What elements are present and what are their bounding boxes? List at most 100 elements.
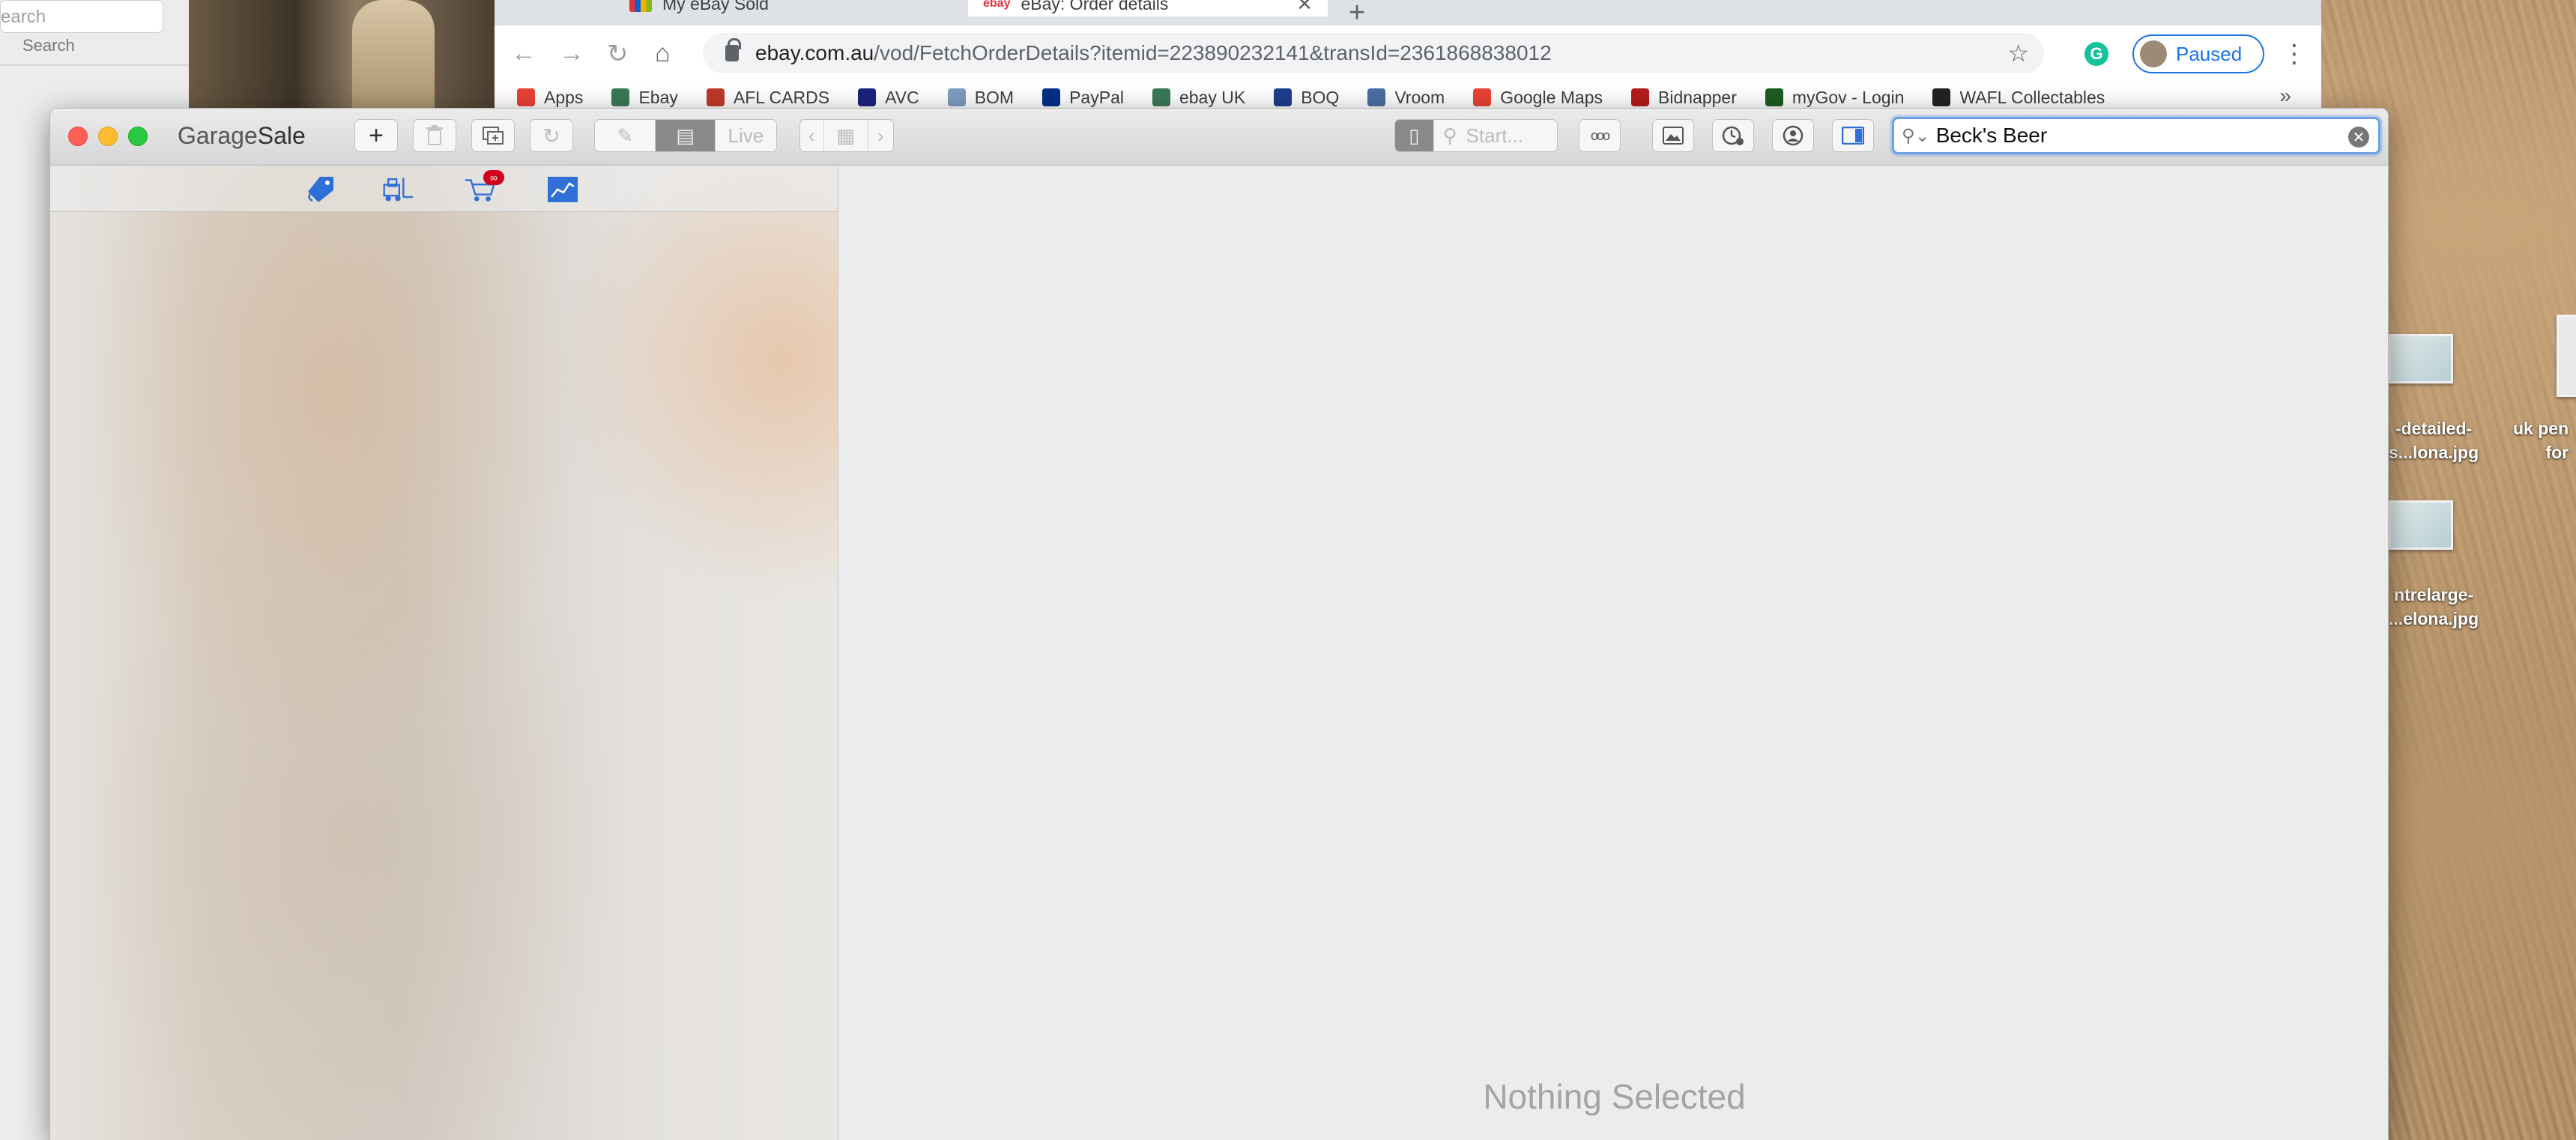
address-bar[interactable]: ebay.com.au/vod/FetchOrderDetails?itemid… (703, 33, 2044, 73)
bookmark-favicon-icon (1367, 88, 1386, 106)
desktop-file-label: ntrelarge- ...elona.jpg (2389, 585, 2479, 628)
photo-figure (352, 0, 435, 112)
grammarly-extension-icon[interactable]: G (2084, 42, 2108, 66)
bookmark-item[interactable]: AFL CARDS (706, 88, 829, 108)
listing-search-field[interactable]: ⚲⌄ ✕ (1892, 117, 2380, 154)
bookmark-item[interactable]: Google Maps (1473, 88, 1603, 108)
bookmark-item[interactable]: AVC (858, 88, 919, 108)
image-icon (1663, 127, 1684, 145)
account-button[interactable] (1772, 119, 1814, 152)
bookmark-star-icon[interactable]: ☆ (2007, 39, 2029, 67)
rocket-icon: ⚲ (1442, 124, 1457, 147)
menu-kebab-icon[interactable]: ⋮ (2282, 39, 2307, 69)
bookmark-label: WAFL Collectables (1959, 87, 2105, 107)
tab-title: My eBay Sold (662, 0, 769, 13)
desktop-photo-window (187, 0, 495, 112)
listings-pane[interactable]: ∞ (50, 166, 838, 1140)
finder-search-label: Search (22, 36, 75, 55)
bookmark-item[interactable]: BOM (947, 88, 1014, 108)
zoom-window-button[interactable] (128, 127, 148, 146)
back-arrow-icon[interactable]: ← (511, 39, 536, 68)
tab-sales[interactable]: ∞ (464, 170, 504, 204)
desktop-file-thumbnail[interactable] (2389, 500, 2453, 550)
images-button[interactable] (1652, 119, 1694, 152)
refresh-icon: ↻ (542, 124, 560, 148)
bookmark-label: Bidnapper (1658, 87, 1737, 107)
forward-arrow-icon[interactable]: → (559, 39, 584, 68)
bookmark-favicon-icon (1152, 88, 1170, 106)
start-listing-control[interactable]: ▯ ⚲ Start... (1394, 119, 1558, 152)
refresh-button[interactable]: ↻ (530, 119, 573, 152)
bookmark-label: AVC (885, 87, 919, 107)
pencil-icon[interactable]: ✎ (595, 120, 656, 151)
bookmark-favicon-icon (947, 88, 966, 106)
bookmark-item[interactable]: WAFL Collectables (1932, 88, 2105, 108)
tab-stats[interactable] (546, 175, 579, 204)
close-tab-icon[interactable]: ✕ (1296, 0, 1313, 16)
bookmark-item[interactable]: BOQ (1274, 88, 1339, 108)
bookmarks-overflow-icon[interactable]: » (2279, 84, 2291, 108)
bookmark-label: myGov - Login (1792, 87, 1905, 107)
tab-inventory[interactable] (381, 175, 414, 204)
chart-icon (548, 177, 578, 202)
tab-ebay-order-details[interactable]: ebay eBay: Order details ✕ (968, 0, 1328, 16)
tab-listings[interactable] (303, 175, 336, 204)
desktop-file-label: uk pen for (2513, 419, 2569, 462)
finder-search-field[interactable]: earch (0, 0, 163, 33)
toggle-inspector-button[interactable] (1832, 119, 1874, 152)
bookmark-item[interactable]: Vroom (1367, 88, 1445, 108)
garagesale-window: GarageSale + ↻ ✎ ▤ Live ‹ ▦ › ▯ ⚲ Start.… (49, 108, 2389, 1140)
home-icon[interactable]: ⌂ (655, 39, 671, 68)
tab-title: eBay: Order details (1021, 0, 1169, 13)
edit-mode-segmented-control[interactable]: ✎ ▤ Live (594, 119, 777, 152)
bookmark-label: Google Maps (1500, 87, 1603, 107)
avatar (2140, 40, 2167, 67)
bookmark-item[interactable]: myGov - Login (1765, 87, 1905, 108)
grid-view-icon[interactable]: ▦ (824, 120, 868, 151)
bookmark-item[interactable]: ebay UK (1152, 88, 1245, 108)
desktop-file-thumbnail[interactable] (2389, 334, 2453, 383)
next-chevron-icon[interactable]: › (868, 120, 893, 151)
clear-search-icon[interactable]: ✕ (2348, 127, 2369, 148)
close-window-button[interactable] (68, 127, 88, 146)
duplicate-button[interactable] (471, 119, 515, 152)
device-icon[interactable]: ▯ (1395, 120, 1434, 151)
delete-button[interactable] (413, 119, 456, 152)
url-host: ebay.com.au (755, 41, 874, 64)
ebay-favicon-icon (629, 0, 652, 12)
add-listing-button[interactable]: + (354, 119, 398, 152)
bookmark-favicon-icon (706, 88, 725, 106)
ebay-favicon-icon: ebay (983, 0, 1011, 10)
start-button[interactable]: ⚲ Start... (1434, 120, 1558, 151)
finder-divider (0, 64, 189, 66)
navigation-segmented-control[interactable]: ‹ ▦ › (799, 119, 894, 152)
previous-chevron-icon[interactable]: ‹ (800, 120, 824, 151)
bookmark-label: Vroom (1394, 87, 1445, 107)
more-options-button[interactable]: ooo (1579, 119, 1621, 152)
profile-button[interactable]: Paused (2132, 34, 2264, 73)
sidebar-toggle-icon (1842, 127, 1864, 145)
desktop-file-label: -detailed- s...lona.jpg (2389, 419, 2479, 462)
live-mode-button[interactable]: Live (716, 120, 776, 151)
schedule-button[interactable] (1712, 119, 1754, 152)
bookmark-favicon-icon (611, 88, 630, 106)
bookmark-item[interactable]: PayPal (1042, 88, 1124, 108)
detail-pane: Nothing Selected (839, 166, 2388, 1140)
browser-window: My eBay Sold ✕ ebay eBay: Order details … (495, 0, 2321, 112)
bookmark-favicon-icon (1274, 88, 1292, 106)
price-tag-icon (308, 177, 333, 202)
bookmark-item[interactable]: Ebay (611, 88, 678, 108)
lock-icon[interactable] (725, 38, 741, 61)
search-input[interactable] (1935, 124, 2341, 148)
duplicate-icon (483, 127, 504, 145)
bookmark-favicon-icon (1765, 88, 1783, 106)
listings-pane-tabs: ∞ (50, 166, 838, 212)
bookmark-item[interactable]: Apps (517, 88, 583, 108)
bookmark-item[interactable]: Bidnapper (1631, 88, 1737, 108)
search-icon[interactable]: ⚲⌄ (1902, 125, 1930, 147)
minimize-window-button[interactable] (98, 127, 118, 146)
desktop-file-thumbnail[interactable] (2557, 315, 2576, 397)
preview-mode-icon[interactable]: ▤ (656, 120, 716, 151)
bookmark-label: BOQ (1301, 87, 1340, 107)
reload-icon[interactable]: ↻ (607, 39, 629, 69)
